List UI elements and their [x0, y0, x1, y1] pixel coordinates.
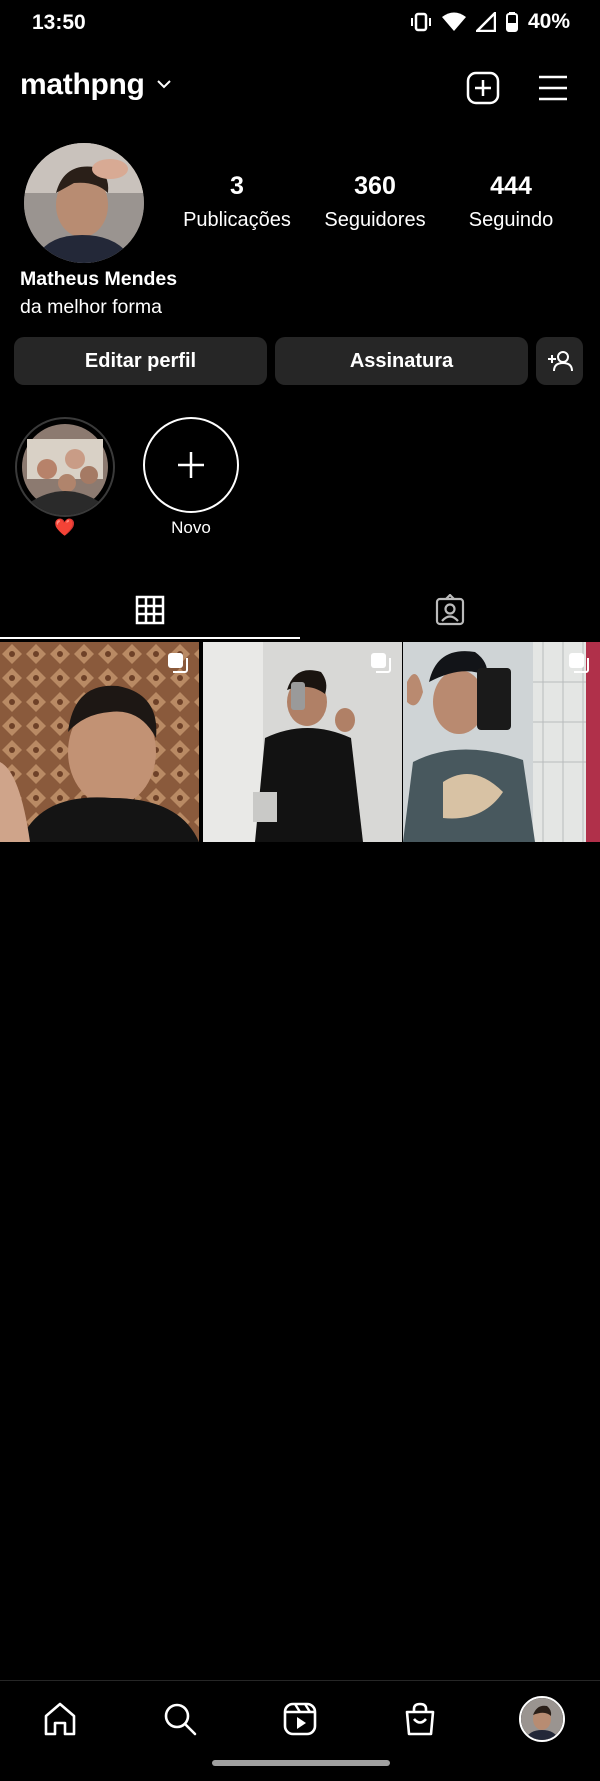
status-icons: 40%	[410, 10, 570, 34]
posts-grid	[0, 642, 600, 842]
carousel-icon	[371, 653, 391, 673]
new-post-button[interactable]	[463, 68, 503, 108]
profile-avatar-small	[519, 1696, 565, 1742]
battery-icon	[505, 12, 518, 32]
highlight-heart[interactable]	[15, 417, 115, 517]
tab-posts-grid[interactable]	[0, 580, 300, 640]
battery-percentage: 40%	[527, 10, 570, 33]
profile-tabs	[0, 580, 600, 640]
home-icon	[44, 1702, 76, 1736]
post-thumbnail[interactable]	[403, 642, 600, 842]
stat-following-count: 444	[490, 172, 532, 200]
stat-followers-count: 360	[354, 172, 396, 200]
stat-posts-label: Publicações	[183, 209, 291, 231]
edit-profile-button[interactable]: Editar perfil	[14, 337, 267, 385]
profile-avatar[interactable]	[24, 143, 144, 263]
search-icon	[164, 1703, 197, 1736]
carousel-icon	[569, 653, 589, 673]
new-highlight-button[interactable]	[143, 417, 239, 513]
bio-text: da melhor forma	[20, 296, 162, 318]
plus-icon	[178, 452, 204, 478]
nav-shop[interactable]	[390, 1691, 450, 1747]
vibrate-icon	[410, 12, 431, 32]
add-person-icon	[547, 351, 573, 372]
shop-icon	[405, 1702, 435, 1736]
tagged-icon	[435, 594, 465, 626]
new-highlight-label: Novo	[171, 518, 211, 537]
post-thumbnail[interactable]	[0, 642, 199, 842]
reels-icon	[283, 1702, 317, 1736]
discover-people-button[interactable]	[536, 337, 583, 385]
profile-header: mathpng	[0, 60, 600, 114]
stat-followers-label: Seguidores	[324, 209, 426, 231]
stat-followers[interactable]: 360 Seguidores	[305, 172, 445, 232]
subscription-button[interactable]: Assinatura	[275, 337, 528, 385]
highlight-heart-label: ❤️	[54, 518, 76, 537]
stat-posts[interactable]: 3 Publicações	[167, 172, 307, 232]
home-indicator[interactable]	[212, 1760, 390, 1766]
stat-following[interactable]: 444 Seguindo	[441, 172, 581, 232]
wifi-icon	[441, 12, 466, 31]
nav-search[interactable]	[150, 1691, 210, 1747]
nav-reels[interactable]	[270, 1691, 330, 1747]
plus-square-icon	[466, 71, 500, 105]
full-name: Matheus Mendes	[20, 268, 178, 290]
stat-posts-count: 3	[230, 172, 244, 200]
tab-tagged[interactable]	[300, 580, 600, 640]
status-bar: 13:50 40%	[0, 0, 600, 46]
username-switcher[interactable]: mathpng	[20, 68, 145, 102]
menu-button[interactable]	[533, 68, 573, 108]
signal-icon	[475, 12, 496, 32]
hamburger-icon	[539, 75, 567, 101]
status-time: 13:50	[32, 11, 86, 34]
carousel-icon	[168, 653, 188, 673]
grid-icon	[135, 595, 165, 625]
nav-home[interactable]	[30, 1691, 90, 1747]
active-tab-indicator	[0, 637, 300, 639]
avatar-image	[24, 143, 144, 263]
chevron-down-icon[interactable]	[156, 78, 172, 90]
highlight-cover	[22, 424, 108, 515]
post-thumbnail[interactable]	[203, 642, 402, 842]
nav-profile[interactable]	[512, 1691, 572, 1747]
stat-following-label: Seguindo	[468, 209, 554, 231]
